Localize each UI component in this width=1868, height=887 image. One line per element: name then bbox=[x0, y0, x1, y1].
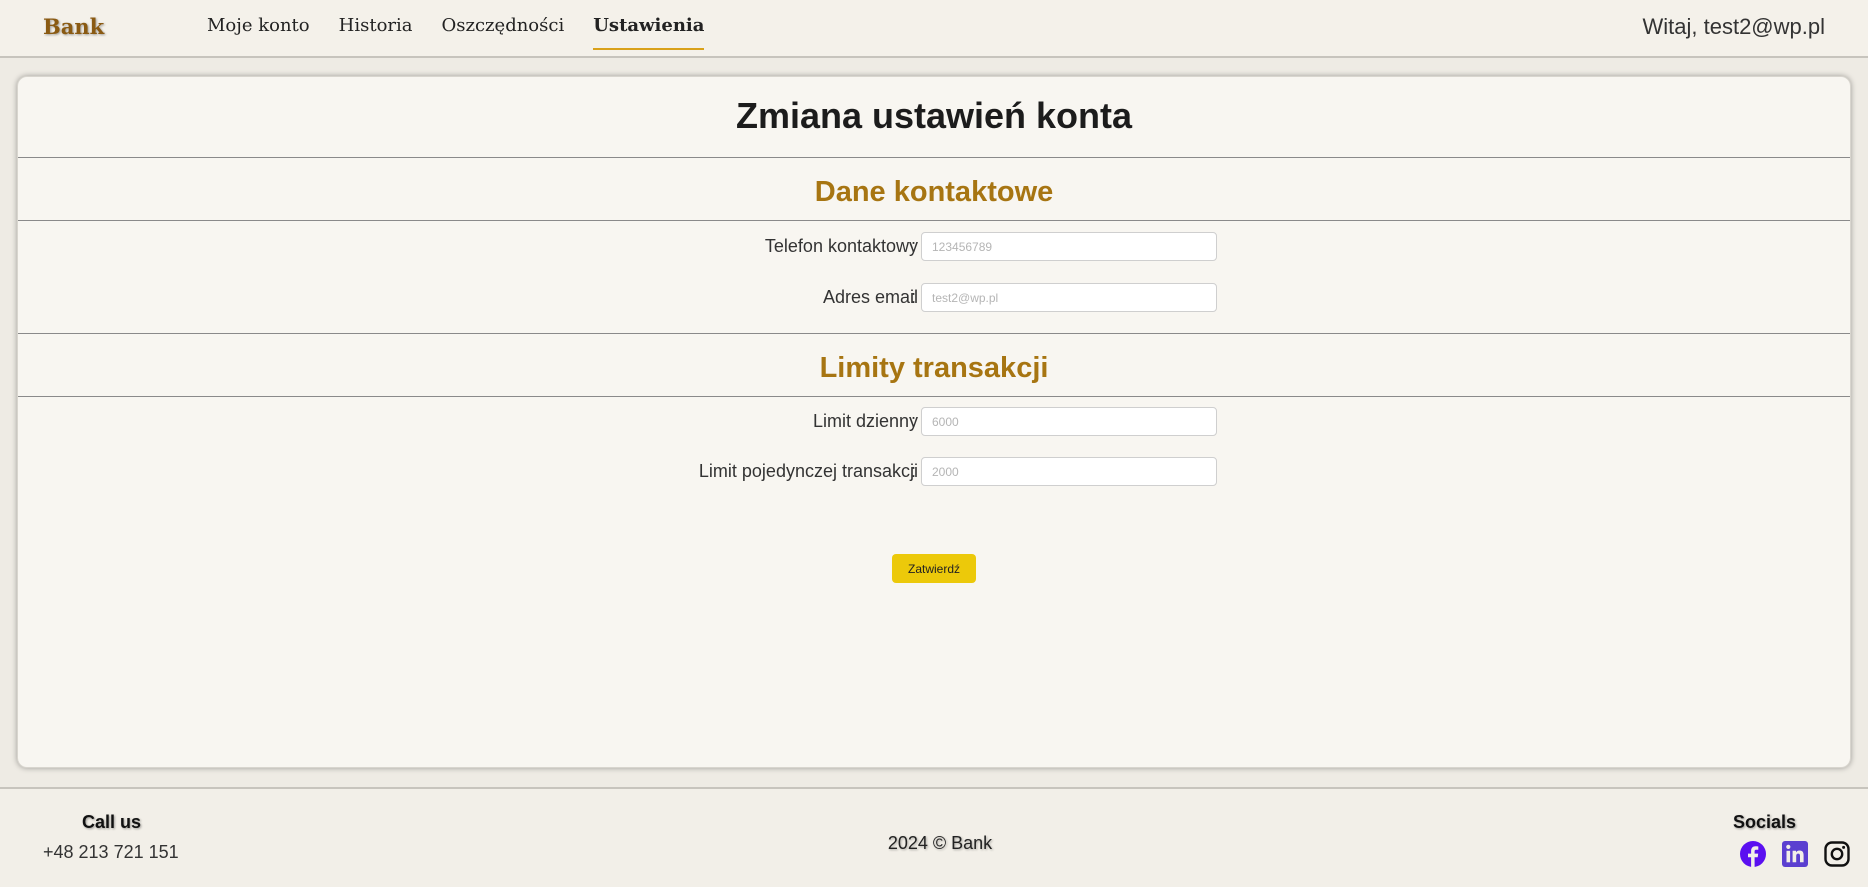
email-input[interactable] bbox=[921, 283, 1217, 312]
settings-card: Zmiana ustawień konta Dane kontaktowe Te… bbox=[17, 76, 1851, 768]
single-limit-input[interactable] bbox=[921, 457, 1217, 486]
nav-link-moje-konto[interactable]: Moje konto bbox=[207, 0, 310, 50]
phone-label: Telefon kontaktowy bbox=[764, 236, 918, 256]
social-links bbox=[1739, 840, 1851, 868]
email-label: Adres email bbox=[822, 287, 918, 307]
nav-link-ustawienia[interactable]: Ustawienia bbox=[593, 0, 705, 50]
label-colon: : bbox=[911, 236, 917, 256]
brand-logo[interactable]: Bank bbox=[43, 14, 104, 39]
form-row-daily-limit: Limit dzienny : bbox=[18, 407, 1850, 437]
form-row-single-limit: Limit pojedynczej transakcji : bbox=[18, 457, 1850, 487]
page-title: Zmiana ustawień konta bbox=[735, 95, 1133, 136]
copyright: 2024 © Bank bbox=[887, 833, 993, 853]
call-us-title: Call us bbox=[82, 812, 142, 832]
divider bbox=[18, 157, 1850, 158]
divider bbox=[18, 396, 1850, 397]
label-colon: : bbox=[911, 411, 917, 431]
label-colon: : bbox=[911, 287, 917, 307]
instagram-icon[interactable] bbox=[1823, 840, 1851, 868]
form-row-phone: Telefon kontaktowy : bbox=[18, 232, 1850, 262]
nav-link-oszczednosci[interactable]: Oszczędności bbox=[442, 0, 565, 50]
daily-limit-input[interactable] bbox=[921, 407, 1217, 436]
label-colon: : bbox=[911, 461, 917, 481]
socials-title: Socials bbox=[1732, 812, 1796, 832]
nav-link-historia[interactable]: Historia bbox=[339, 0, 413, 50]
section-title-contact: Dane kontaktowe bbox=[814, 176, 1054, 208]
divider bbox=[18, 220, 1850, 221]
nav-links: Moje konto Historia Oszczędności Ustawie… bbox=[207, 0, 733, 56]
daily-limit-label: Limit dzienny bbox=[812, 411, 918, 431]
form-row-email: Adres email : bbox=[18, 283, 1850, 313]
phone-input[interactable] bbox=[921, 232, 1217, 261]
user-greeting: Witaj, test2@wp.pl bbox=[1642, 14, 1826, 39]
submit-button[interactable]: Zatwierdź bbox=[892, 554, 976, 583]
linkedin-icon[interactable] bbox=[1781, 840, 1809, 868]
footer: Call us +48 213 721 151 2024 © Bank Soci… bbox=[0, 787, 1868, 887]
section-title-limits: Limity transakcji bbox=[819, 352, 1049, 384]
single-limit-label: Limit pojedynczej transakcji bbox=[698, 461, 918, 481]
divider bbox=[18, 333, 1850, 334]
top-navbar: Bank Moje konto Historia Oszczędności Us… bbox=[0, 0, 1868, 58]
facebook-icon[interactable] bbox=[1739, 840, 1767, 868]
